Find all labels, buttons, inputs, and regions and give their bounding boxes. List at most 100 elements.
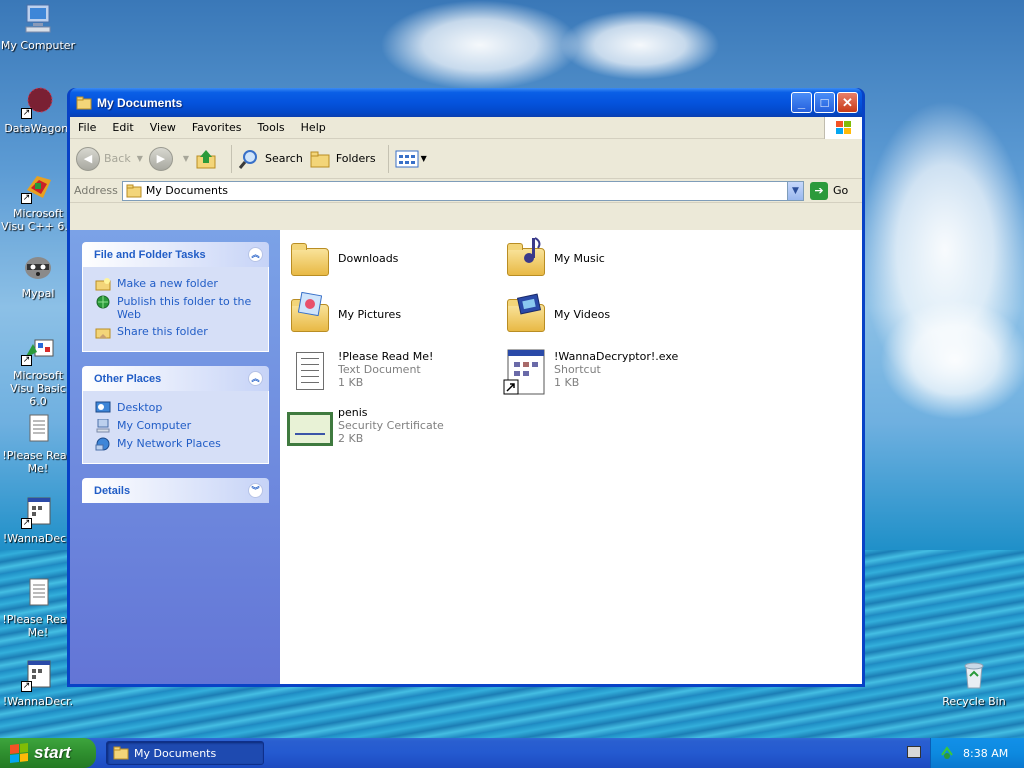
- menu-tools[interactable]: Tools: [250, 121, 293, 134]
- toolbar-separator: [231, 144, 233, 173]
- folder-icon: [113, 746, 129, 760]
- desktop-icon-label: DataWagon.: [4, 122, 72, 135]
- folders-button[interactable]: Folders: [309, 148, 376, 170]
- desktop-icon-label: Mypal: [21, 287, 55, 300]
- start-button[interactable]: start: [0, 738, 96, 768]
- clock[interactable]: 8:38 AM: [963, 747, 1008, 760]
- desktop-icon-wannadecr[interactable]: ↗ !WannaDecr.: [0, 495, 76, 545]
- network-icon: [95, 437, 111, 451]
- go-button[interactable]: ➔ Go: [810, 181, 858, 200]
- pictures-folder-icon: [286, 292, 334, 340]
- cloud: [560, 10, 720, 80]
- file-item-please-read-me[interactable]: !Please Read Me! Text Document 1 KB: [286, 348, 433, 396]
- window-body: File Edit View Favorites Tools Help ◀ Ba…: [70, 117, 862, 684]
- music-folder-icon: [502, 236, 550, 284]
- content-area: File and Folder Tasks ︽ Make a new folde…: [70, 230, 862, 684]
- collapse-chevron-icon[interactable]: ︽: [248, 371, 263, 386]
- desktop-icon-datawagon[interactable]: ↗ DataWagon.: [0, 85, 76, 135]
- file-item-downloads[interactable]: Downloads: [286, 236, 398, 284]
- menu-help[interactable]: Help: [293, 121, 334, 134]
- explorer-window[interactable]: My Documents _ □ ✕ File Edit View Favori…: [67, 88, 865, 687]
- desktop-icon-recycle-bin[interactable]: Recycle Bin: [936, 658, 1012, 708]
- dropdown-arrow-icon: ▼: [420, 154, 427, 163]
- file-item-certificate[interactable]: penis Security Certificate 2 KB: [286, 404, 444, 452]
- task-share-folder[interactable]: Share this folder: [95, 325, 260, 339]
- file-name: penis: [338, 406, 368, 419]
- place-desktop[interactable]: Desktop: [95, 401, 260, 415]
- file-type: Security Certificate: [338, 419, 444, 432]
- title-bar[interactable]: My Documents _ □ ✕: [70, 88, 862, 117]
- address-dropdown-button[interactable]: ▼: [787, 181, 803, 200]
- desktop-icon-readme[interactable]: !Please Read Me!: [0, 412, 76, 475]
- views-button[interactable]: ▼: [395, 149, 427, 169]
- task-make-new-folder[interactable]: Make a new folder: [95, 277, 260, 291]
- menu-bar: File Edit View Favorites Tools Help: [70, 117, 862, 139]
- panel-header[interactable]: File and Folder Tasks ︽: [82, 242, 269, 267]
- task-publish-web[interactable]: Publish this folder to the Web: [95, 295, 260, 321]
- desktop-icon-vb6[interactable]: ↗ Microsoft Visu Basic 6.0: [0, 332, 76, 408]
- back-label: Back: [104, 152, 131, 165]
- task-label: Publish this folder to the Web: [117, 295, 252, 321]
- certificate-icon: [286, 404, 334, 452]
- menu-edit[interactable]: Edit: [104, 121, 141, 134]
- back-button[interactable]: ◀ Back ▼: [76, 146, 143, 171]
- close-icon: ✕: [842, 95, 853, 110]
- computer-icon: [21, 2, 55, 36]
- start-label: start: [34, 743, 71, 762]
- raccoon-icon: [21, 250, 55, 284]
- expand-chevron-icon[interactable]: ︾: [248, 483, 263, 498]
- file-item-my-pictures[interactable]: My Pictures: [286, 292, 401, 340]
- desktop-icon-label: !WannaDecr.: [2, 695, 74, 708]
- file-item-my-music[interactable]: My Music: [502, 236, 605, 284]
- file-name: My Videos: [554, 308, 611, 321]
- file-type: Shortcut: [554, 363, 601, 376]
- windows-logo-icon: [10, 743, 28, 763]
- file-name: My Pictures: [338, 308, 402, 321]
- panel-title: File and Folder Tasks: [94, 248, 206, 261]
- panel-header[interactable]: Other Places ︽: [82, 366, 269, 391]
- desktop-icon: [95, 401, 111, 415]
- shortcut-arrow-icon: ↗: [21, 518, 32, 529]
- desktop-icon-readme-2[interactable]: !Please Read Me!: [0, 576, 76, 639]
- menu-view[interactable]: View: [142, 121, 184, 134]
- desktop-icon-label: Recycle Bin: [942, 695, 1006, 708]
- desktop-icon-label: !WannaDecr.: [2, 532, 74, 545]
- desktop-icon-my-computer[interactable]: My Computer: [0, 2, 76, 52]
- taskbar-window-button[interactable]: My Documents: [106, 741, 264, 765]
- maximize-button[interactable]: □: [814, 92, 835, 113]
- panel-header[interactable]: Details ︾: [82, 478, 269, 503]
- forward-button[interactable]: ▶ ▼: [148, 146, 189, 171]
- cloud: [880, 300, 1024, 420]
- folder-icon: [76, 96, 92, 110]
- share-folder-icon: [95, 325, 111, 339]
- collapse-chevron-icon[interactable]: ︽: [248, 247, 263, 262]
- desktop-icon-label: My Computer: [0, 39, 76, 52]
- desktop-icon-mypal[interactable]: Mypal: [0, 250, 76, 300]
- file-item-wannadecryptor[interactable]: !WannaDecryptor!.exe Shortcut 1 KB: [502, 348, 678, 396]
- dropdown-arrow-icon: ▼: [136, 154, 143, 163]
- place-label: Desktop: [117, 401, 163, 414]
- minimize-button[interactable]: _: [791, 92, 812, 113]
- visual-basic-icon: ↗: [21, 332, 55, 366]
- menu-file[interactable]: File: [70, 121, 104, 134]
- file-size: 1 KB: [554, 376, 580, 389]
- menu-favorites[interactable]: Favorites: [184, 121, 250, 134]
- up-button[interactable]: [195, 147, 219, 171]
- place-my-computer[interactable]: My Computer: [95, 418, 260, 433]
- recycle-bin-icon: [957, 658, 991, 692]
- address-input[interactable]: My Documents ▼: [121, 180, 804, 201]
- place-my-network-places[interactable]: My Network Places: [95, 437, 260, 451]
- search-button[interactable]: Search: [238, 148, 303, 170]
- task-label: Make a new folder: [117, 277, 218, 290]
- file-item-my-videos[interactable]: My Videos: [502, 292, 610, 340]
- close-button[interactable]: ✕: [837, 92, 858, 113]
- address-label: Address: [74, 184, 118, 197]
- desktop-icon-wannadecr-2[interactable]: ↗ !WannaDecr.: [0, 658, 76, 708]
- other-places-panel: Other Places ︽ Desktop My Computer My Ne…: [82, 366, 269, 464]
- desktop-icon-vc6[interactable]: ↗ Microsoft Visu C++ 6.0: [0, 170, 76, 233]
- keyboard-icon[interactable]: [907, 746, 921, 758]
- forward-arrow-icon: ▶: [148, 146, 173, 171]
- desktop-icon-label: !Please Read Me!: [2, 613, 74, 639]
- recycle-tray-icon[interactable]: [939, 745, 955, 761]
- file-name: Downloads: [338, 252, 399, 265]
